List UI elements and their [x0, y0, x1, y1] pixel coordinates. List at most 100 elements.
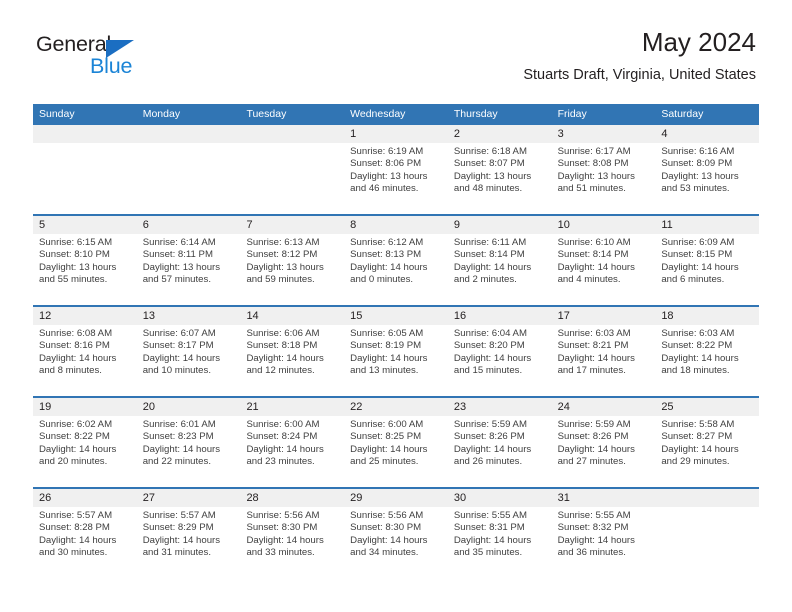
day-cell[interactable]: Sunrise: 5:55 AM Sunset: 8:32 PM Daylight:…	[552, 507, 656, 578]
day-number[interactable]: 16	[448, 307, 552, 325]
day-number[interactable]: 6	[137, 216, 241, 234]
daylight-minutes-text: and 10 minutes.	[142, 364, 211, 376]
sunrise-text: Sunrise: 6:01 AM	[142, 419, 216, 430]
day-cell[interactable]: Sunrise: 6:00 AM Sunset: 8:24 PM Daylight:…	[240, 416, 344, 487]
day-cell[interactable]: Sunrise: 6:00 AM Sunset: 8:25 PM Daylight:…	[344, 416, 448, 487]
day-number-band: 12 13 14 15 16 17 18	[33, 307, 759, 325]
day-number[interactable]: 4	[655, 125, 759, 143]
daylight-minutes-text: and 8 minutes.	[39, 364, 102, 376]
day-number-band: 26 27 28 29 30 31	[33, 489, 759, 507]
weekday-header-row: Sunday Monday Tuesday Wednesday Thursday Frid…	[33, 104, 759, 125]
day-number[interactable]: 11	[655, 216, 759, 234]
day-cell[interactable]: Sunrise: 6:12 AM Sunset: 8:13 PM Daylight:…	[344, 234, 448, 305]
day-cell[interactable]: Sunrise: 6:05 AM Sunset: 8:19 PM Daylight:…	[344, 325, 448, 396]
day-cell[interactable]: Sunrise: 6:09 AM Sunset: 8:15 PM Daylight:…	[655, 234, 759, 305]
day-number[interactable]: 14	[240, 307, 344, 325]
sunrise-text: Sunrise: 6:17 AM	[557, 146, 631, 157]
day-number[interactable]: 18	[655, 307, 759, 325]
daylight-text: Daylight: 13 hours	[142, 261, 221, 273]
daylight-text: Daylight: 14 hours	[246, 534, 324, 546]
day-cell[interactable]: Sunrise: 6:01 AM Sunset: 8:23 PM Daylight:…	[137, 416, 241, 487]
day-number-empty	[137, 125, 241, 143]
daylight-minutes-text: and 34 minutes.	[350, 546, 419, 558]
day-cell[interactable]: Sunrise: 5:57 AM Sunset: 8:28 PM Daylight:…	[33, 507, 137, 578]
day-cell[interactable]: Sunrise: 5:57 AM Sunset: 8:29 PM Daylight:…	[137, 507, 241, 578]
sunset-text: Sunset: 8:13 PM	[350, 249, 422, 261]
daylight-minutes-text: and 59 minutes.	[246, 273, 315, 285]
day-cell[interactable]: Sunrise: 6:19 AM Sunset: 8:06 PM Daylight:…	[344, 143, 448, 214]
day-cell[interactable]: Sunrise: 5:59 AM Sunset: 8:26 PM Daylight:…	[552, 416, 656, 487]
day-number[interactable]: 3	[552, 125, 656, 143]
day-cell[interactable]: Sunrise: 6:03 AM Sunset: 8:21 PM Daylight:…	[552, 325, 656, 396]
day-number-empty	[655, 489, 759, 507]
sunrise-text: Sunrise: 5:59 AM	[557, 419, 631, 430]
sunrise-text: Sunrise: 5:55 AM	[557, 510, 631, 521]
day-number[interactable]: 13	[137, 307, 241, 325]
sunrise-text: Sunrise: 5:55 AM	[453, 510, 527, 521]
day-cell[interactable]: Sunrise: 6:18 AM Sunset: 8:07 PM Daylight:…	[448, 143, 552, 214]
page-header: General Blue May 2024 Stuarts Draft, Vir…	[0, 0, 792, 100]
day-cell[interactable]: Sunrise: 6:14 AM Sunset: 8:11 PM Daylight:…	[137, 234, 241, 305]
sunrise-text: Sunrise: 6:11 AM	[453, 237, 527, 248]
day-number[interactable]: 24	[552, 398, 656, 416]
day-cell[interactable]: Sunrise: 6:11 AM Sunset: 8:14 PM Daylight:…	[448, 234, 552, 305]
day-number[interactable]: 21	[240, 398, 344, 416]
sunset-text: Sunset: 8:09 PM	[661, 158, 733, 170]
day-number[interactable]: 25	[655, 398, 759, 416]
sunset-text: Sunset: 8:18 PM	[246, 340, 318, 352]
day-number[interactable]: 23	[448, 398, 552, 416]
sunset-text: Sunset: 8:31 PM	[453, 522, 525, 534]
day-cell[interactable]: Sunrise: 6:03 AM Sunset: 8:22 PM Daylight:…	[655, 325, 759, 396]
day-cell[interactable]: Sunrise: 5:56 AM Sunset: 8:30 PM Daylight:…	[344, 507, 448, 578]
daylight-minutes-text: and 13 minutes.	[350, 364, 419, 376]
day-number[interactable]: 17	[552, 307, 656, 325]
day-number[interactable]: 2	[448, 125, 552, 143]
day-cell[interactable]: Sunrise: 6:17 AM Sunset: 8:08 PM Daylight:…	[552, 143, 656, 214]
sunrise-text: Sunrise: 6:13 AM	[246, 237, 320, 248]
day-cell[interactable]: Sunrise: 6:13 AM Sunset: 8:12 PM Daylight:…	[240, 234, 344, 305]
daylight-minutes-text: and 30 minutes.	[39, 546, 108, 558]
daylight-text: Daylight: 13 hours	[39, 261, 117, 273]
sunrise-text: Sunrise: 6:18 AM	[453, 146, 527, 157]
daylight-text: Daylight: 13 hours	[661, 170, 739, 182]
day-number[interactable]: 29	[344, 489, 448, 507]
day-number[interactable]: 19	[33, 398, 137, 416]
daylight-text: Daylight: 14 hours	[453, 261, 532, 273]
day-number[interactable]: 5	[33, 216, 137, 234]
day-number[interactable]: 26	[33, 489, 137, 507]
sunset-text: Sunset: 8:12 PM	[246, 249, 318, 261]
daylight-text: Daylight: 14 hours	[39, 534, 117, 546]
daylight-text: Daylight: 14 hours	[557, 352, 635, 364]
day-number[interactable]: 22	[344, 398, 448, 416]
day-number[interactable]: 15	[344, 307, 448, 325]
day-number[interactable]: 8	[344, 216, 448, 234]
day-number[interactable]: 30	[448, 489, 552, 507]
logo-text-blue: Blue	[90, 54, 133, 78]
day-cell[interactable]: Sunrise: 6:07 AM Sunset: 8:17 PM Daylight:…	[137, 325, 241, 396]
daylight-text: Daylight: 14 hours	[350, 534, 428, 546]
daylight-minutes-text: and 0 minutes.	[350, 273, 414, 285]
day-cell[interactable]: Sunrise: 5:59 AM Sunset: 8:26 PM Daylight:…	[448, 416, 552, 487]
day-cell[interactable]: Sunrise: 5:58 AM Sunset: 8:27 PM Daylight:…	[655, 416, 759, 487]
day-cell[interactable]: Sunrise: 6:15 AM Sunset: 8:10 PM Daylight:…	[33, 234, 137, 305]
sunrise-text: Sunrise: 6:10 AM	[557, 237, 631, 248]
day-number[interactable]: 7	[240, 216, 344, 234]
day-number[interactable]: 20	[137, 398, 241, 416]
day-number[interactable]: 12	[33, 307, 137, 325]
day-number[interactable]: 10	[552, 216, 656, 234]
day-cell[interactable]: Sunrise: 6:04 AM Sunset: 8:20 PM Daylight:…	[448, 325, 552, 396]
day-number[interactable]: 28	[240, 489, 344, 507]
day-cell[interactable]: Sunrise: 5:55 AM Sunset: 8:31 PM Daylight:…	[448, 507, 552, 578]
day-cell[interactable]: Sunrise: 6:16 AM Sunset: 8:09 PM Daylight:…	[655, 143, 759, 214]
day-number[interactable]: 27	[137, 489, 241, 507]
day-cell[interactable]: Sunrise: 6:10 AM Sunset: 8:14 PM Daylight:…	[552, 234, 656, 305]
day-cell[interactable]: Sunrise: 6:08 AM Sunset: 8:16 PM Daylight:…	[33, 325, 137, 396]
day-cell[interactable]: Sunrise: 5:56 AM Sunset: 8:30 PM Daylight:…	[240, 507, 344, 578]
day-number[interactable]: 1	[344, 125, 448, 143]
sunrise-text: Sunrise: 6:19 AM	[350, 146, 424, 157]
day-number[interactable]: 9	[448, 216, 552, 234]
daylight-minutes-text: and 22 minutes.	[142, 455, 211, 467]
day-cell[interactable]: Sunrise: 6:06 AM Sunset: 8:18 PM Daylight:…	[240, 325, 344, 396]
day-cell[interactable]: Sunrise: 6:02 AM Sunset: 8:22 PM Daylight:…	[33, 416, 137, 487]
day-number[interactable]: 31	[552, 489, 656, 507]
